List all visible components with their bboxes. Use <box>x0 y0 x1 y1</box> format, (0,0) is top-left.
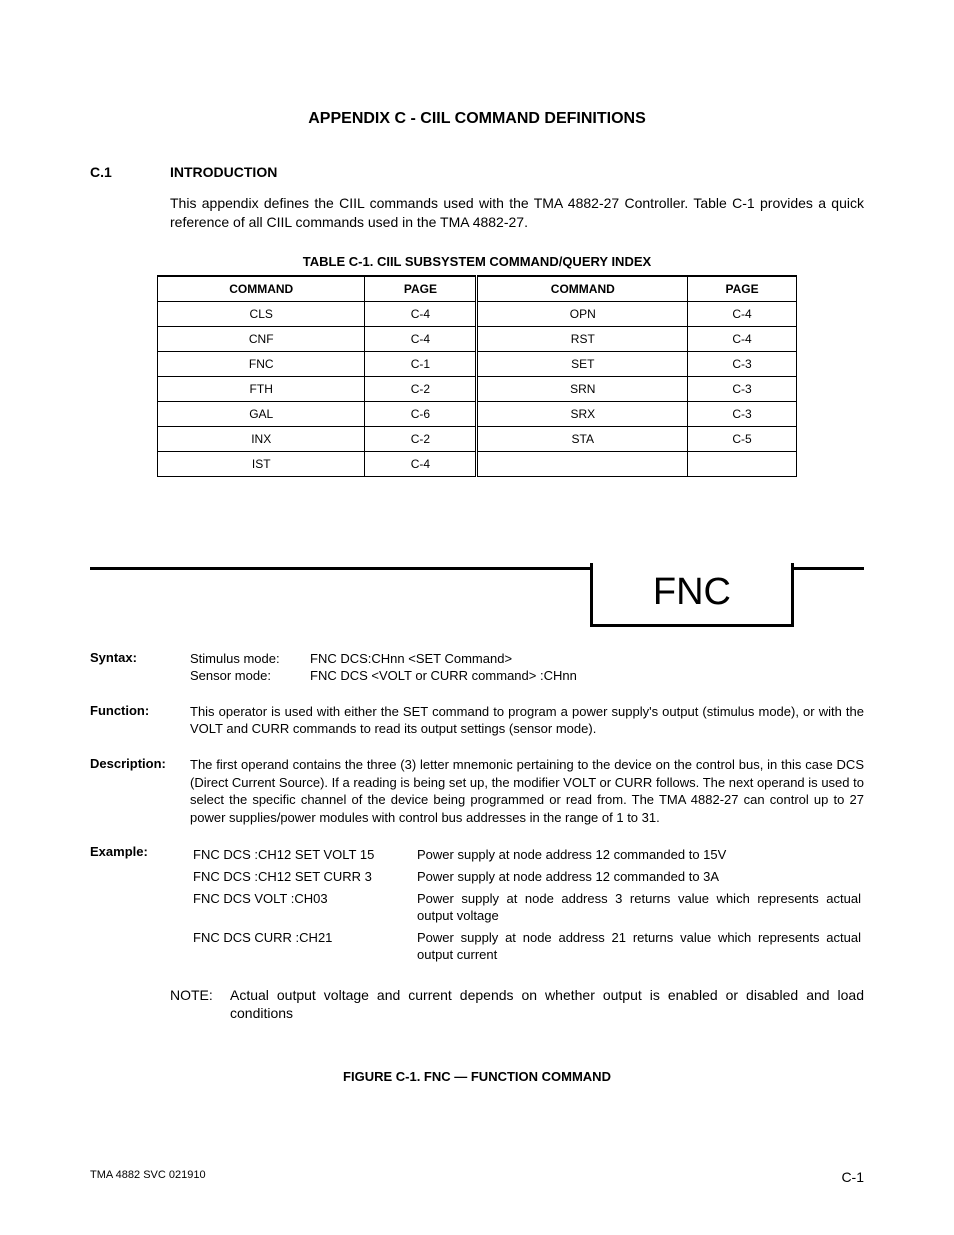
table-row: CLS C-4 OPN C-4 <box>158 301 797 326</box>
page-footer: TMA 4882 SVC 021910 C-1 <box>90 1169 864 1185</box>
cell: FTH <box>158 376 365 401</box>
table-row: FTH C-2 SRN C-3 <box>158 376 797 401</box>
cell: SRX <box>477 401 688 426</box>
cell: C-1 <box>365 351 477 376</box>
cell: C-4 <box>365 301 477 326</box>
section-heading: INTRODUCTION <box>170 164 277 180</box>
example-cmd: FNC DCS VOLT :CH03 <box>192 890 414 927</box>
description-body: The first operand contains the three (3)… <box>190 756 864 826</box>
cell <box>477 451 688 476</box>
th-command-1: COMMAND <box>158 276 365 302</box>
cell: IST <box>158 451 365 476</box>
syntax-body: Stimulus mode: FNC DCS:CHnn <SET Command… <box>190 650 864 685</box>
cell: C-3 <box>688 351 797 376</box>
example-cmd: FNC DCS :CH12 SET VOLT 15 <box>192 846 414 866</box>
example-desc: Power supply at node address 12 commande… <box>416 846 862 866</box>
cell: SRN <box>477 376 688 401</box>
syntax-line: Stimulus mode: FNC DCS:CHnn <SET Command… <box>190 650 864 668</box>
section-heading-row: C.1 INTRODUCTION <box>90 164 864 180</box>
description-label: Description: <box>90 756 190 826</box>
table-row: GAL C-6 SRX C-3 <box>158 401 797 426</box>
figure-caption: FIGURE C-1. FNC — FUNCTION COMMAND <box>90 1069 864 1084</box>
table-caption: TABLE C-1. CIIL SUBSYSTEM COMMAND/QUERY … <box>90 254 864 269</box>
cell: INX <box>158 426 365 451</box>
example-desc: Power supply at node address 12 commande… <box>416 868 862 888</box>
example-line: FNC DCS VOLT :CH03 Power supply at node … <box>192 890 862 927</box>
intro-paragraph: This appendix defines the CIIL commands … <box>170 194 864 232</box>
definition-block: Syntax: Stimulus mode: FNC DCS:CHnn <SET… <box>90 650 864 1024</box>
cell: C-2 <box>365 376 477 401</box>
cell: C-6 <box>365 401 477 426</box>
note-row: NOTE: Actual output voltage and current … <box>170 986 864 1024</box>
example-label: Example: <box>90 844 190 967</box>
function-label: Function: <box>90 703 190 738</box>
example-line: FNC DCS CURR :CH21 Power supply at node … <box>192 929 862 966</box>
cell: GAL <box>158 401 365 426</box>
note-label: NOTE: <box>170 986 230 1024</box>
table-row: INX C-2 STA C-5 <box>158 426 797 451</box>
syntax-mode: Stimulus mode: <box>190 650 310 668</box>
syntax-mode: Sensor mode: <box>190 667 310 685</box>
cell: STA <box>477 426 688 451</box>
table-row: IST C-4 <box>158 451 797 476</box>
footer-page-number: C-1 <box>841 1169 864 1185</box>
appendix-title: APPENDIX C - CIIL COMMAND DEFINITIONS <box>90 110 864 128</box>
example-cmd: FNC DCS :CH12 SET CURR 3 <box>192 868 414 888</box>
command-index-table: COMMAND PAGE COMMAND PAGE CLS C-4 OPN C-… <box>157 275 797 477</box>
table-row: FNC C-1 SET C-3 <box>158 351 797 376</box>
syntax-text: FNC DCS <VOLT or CURR command> :CHnn <box>310 667 577 685</box>
cell: C-4 <box>365 326 477 351</box>
cell <box>688 451 797 476</box>
example-cmd: FNC DCS CURR :CH21 <box>192 929 414 966</box>
command-name: FNC <box>653 571 731 613</box>
table-body: CLS C-4 OPN C-4 CNF C-4 RST C-4 FNC C-1 … <box>158 301 797 476</box>
note-text: Actual output voltage and current depend… <box>230 986 864 1024</box>
function-row: Function: This operator is used with eit… <box>90 703 864 738</box>
cell: C-3 <box>688 401 797 426</box>
syntax-line: Sensor mode: FNC DCS <VOLT or CURR comma… <box>190 667 864 685</box>
description-row: Description: The first operand contains … <box>90 756 864 826</box>
cell: C-5 <box>688 426 797 451</box>
syntax-row: Syntax: Stimulus mode: FNC DCS:CHnn <SET… <box>90 650 864 685</box>
cell: FNC <box>158 351 365 376</box>
example-line: FNC DCS :CH12 SET CURR 3 Power supply at… <box>192 868 862 888</box>
example-table: FNC DCS :CH12 SET VOLT 15 Power supply a… <box>190 844 864 967</box>
example-row: Example: FNC DCS :CH12 SET VOLT 15 Power… <box>90 844 864 967</box>
cell: OPN <box>477 301 688 326</box>
cell: CLS <box>158 301 365 326</box>
command-name-box: FNC <box>590 563 794 627</box>
example-desc: Power supply at node address 3 returns v… <box>416 890 862 927</box>
th-command-2: COMMAND <box>477 276 688 302</box>
table-row: CNF C-4 RST C-4 <box>158 326 797 351</box>
cell: C-3 <box>688 376 797 401</box>
example-body: FNC DCS :CH12 SET VOLT 15 Power supply a… <box>190 844 864 967</box>
page: APPENDIX C - CIIL COMMAND DEFINITIONS C.… <box>0 0 954 1235</box>
cell: C-4 <box>688 301 797 326</box>
th-page-1: PAGE <box>365 276 477 302</box>
footer-left: TMA 4882 SVC 021910 <box>90 1169 206 1185</box>
cell: C-4 <box>688 326 797 351</box>
example-desc: Power supply at node address 21 returns … <box>416 929 862 966</box>
table-header-row: COMMAND PAGE COMMAND PAGE <box>158 276 797 302</box>
cell: RST <box>477 326 688 351</box>
syntax-label: Syntax: <box>90 650 190 685</box>
cell: CNF <box>158 326 365 351</box>
section-number: C.1 <box>90 164 170 180</box>
example-line: FNC DCS :CH12 SET VOLT 15 Power supply a… <box>192 846 862 866</box>
cell: SET <box>477 351 688 376</box>
syntax-text: FNC DCS:CHnn <SET Command> <box>310 650 512 668</box>
cell: C-2 <box>365 426 477 451</box>
th-page-2: PAGE <box>688 276 797 302</box>
function-body: This operator is used with either the SE… <box>190 703 864 738</box>
command-banner: FNC <box>90 567 864 570</box>
cell: C-4 <box>365 451 477 476</box>
